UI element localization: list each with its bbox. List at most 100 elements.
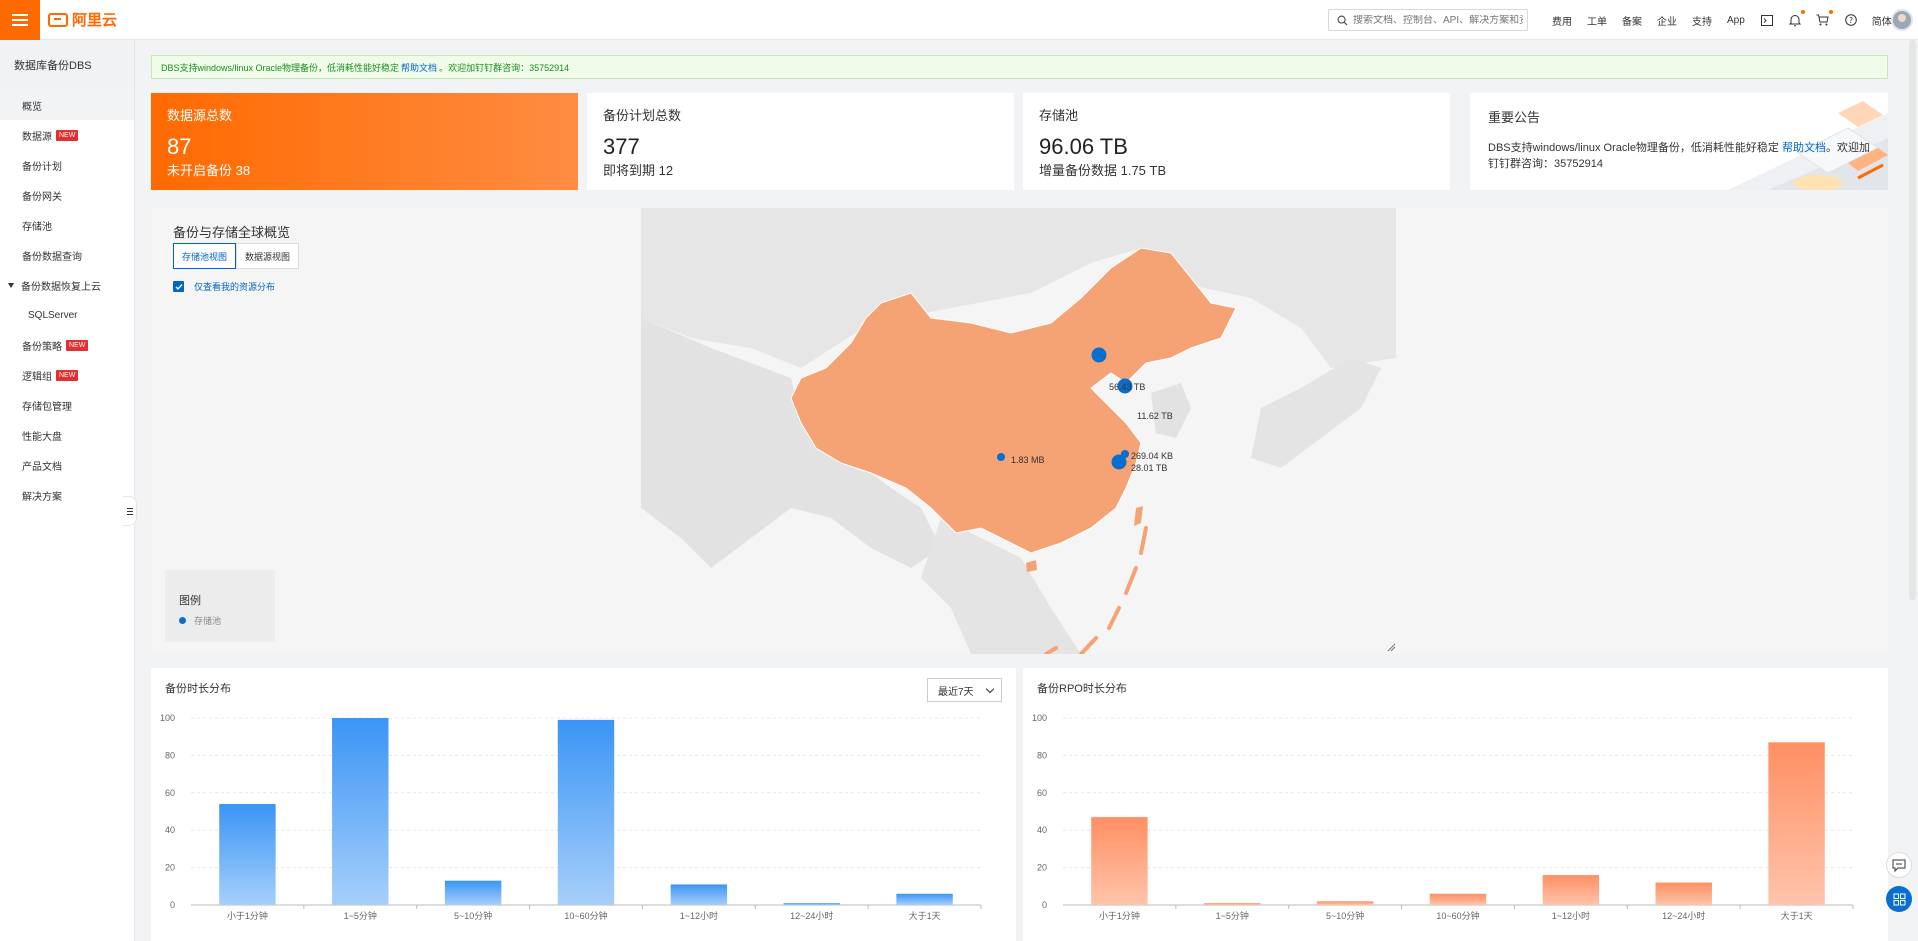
marker-shanghai [1111,454,1127,470]
x-tick-label: 1~12小时 [680,910,718,921]
y-tick-label: 60 [1037,788,1047,798]
tab-storage-pool-view[interactable]: 存储池视图 [173,243,237,269]
sidebar-item-storage-package[interactable]: 存储包管理 [0,390,134,420]
announcement-body: DBS支持windows/linux Oracle物理备份，低消耗性能好稳定 [1488,142,1779,154]
search-box[interactable] [1328,9,1528,31]
sidebar-item-backup-plan[interactable]: 备份计划 [0,150,134,180]
user-avatar[interactable] [1891,9,1913,31]
bar[interactable] [1542,875,1600,905]
sidebar-group-restore-to-cloud[interactable]: 备份数据恢复上云 [0,270,134,300]
bar[interactable] [1204,903,1261,905]
sidebar-item-sqlserver[interactable]: SQLServer [0,300,134,330]
y-tick-label: 100 [160,713,175,723]
sidebar-item-label: 存储池 [22,221,52,233]
legend-item-storage-pool[interactable]: 存储池 [179,614,261,627]
feedback-button[interactable] [1886,852,1912,878]
svg-text:?: ? [1849,16,1853,25]
cart-dot [1828,10,1833,14]
tab-datasource-view[interactable]: 数据源视图 [236,243,300,269]
notice-text: DBS支持windows/linux Oracle物理备份，低消耗性能好稳定 [161,62,400,73]
apps-button[interactable] [1886,886,1912,912]
notice-help-link[interactable]: 帮助文档 [401,61,437,74]
bar[interactable] [1429,893,1487,905]
search-input[interactable] [1353,14,1523,26]
bar[interactable] [1655,882,1712,905]
bell-icon[interactable] [1788,10,1805,27]
nav-icp[interactable]: 备案 [1622,13,1642,28]
only-my-resources-checkbox[interactable]: 仅查看我的资源分布 [173,280,275,293]
marker-chengdu [997,453,1005,461]
sidebar-item-label: 概览 [22,101,42,113]
map-point-label: 56.43 TB [1109,382,1145,392]
bar[interactable] [896,893,953,905]
storage-pool-card[interactable]: 存储池 96.06 TB 增量备份数据 1.75 TB [1023,93,1450,190]
backup-plan-total-card[interactable]: 备份计划总数 377 即将到期 12 [587,93,1014,190]
card-sub: 即将到期 12 [603,163,674,178]
y-tick-label: 0 [170,900,175,910]
bar[interactable] [219,804,276,905]
backup-rpo-chart-panel: 备份RPO时长分布 0 20 40 60 80 100 小于1分钟 1~5分钟 5~10分钟 10… [1023,668,1888,941]
x-tick-label: 小于1分钟 [1099,910,1140,921]
sidebar-item-storage-pool[interactable]: 存储池 [0,210,134,240]
language-switch[interactable]: 简体 [1872,13,1892,28]
nav-support[interactable]: 支持 [1692,13,1712,28]
backup-duration-chart-panel: 备份时长分布 最近7天 0 20 40 60 80 100 小于1分钟 1~5分钟 5~10分钟… [151,668,1016,941]
bar[interactable] [332,718,389,905]
backup-duration-bar-chart: 0 20 40 60 80 100 小于1分钟 1~5分钟 5~10分钟 10~60分钟 1~12小… [160,713,982,921]
sidebar-item-label: SQLServer [28,309,78,321]
bar[interactable] [670,884,728,905]
bar[interactable] [557,719,615,905]
chat-icon [1892,859,1906,872]
datasource-total-card[interactable]: 数据源总数 87 未开启备份 38 [151,93,578,190]
sidebar-item-datasource[interactable]: 数据源 NEW [0,120,134,150]
sidebar-item-overview[interactable]: 概览 [0,90,134,120]
nav-enterprise[interactable]: 企业 [1657,13,1677,28]
help-icon[interactable]: ? [1844,13,1858,27]
cart-icon[interactable] [1816,10,1833,27]
sidebar-item-solutions[interactable]: 解决方案 [0,480,134,510]
map-legend: 图例 存储池 [165,570,275,642]
nav-billing[interactable]: 费用 [1552,13,1572,28]
bar[interactable] [783,903,840,905]
sidebar-item-backup-policy[interactable]: 备份策略 NEW [0,330,134,360]
sidebar-item-performance[interactable]: 性能大盘 [0,420,134,450]
y-tick-label: 60 [165,788,175,798]
x-tick-label: 1~12小时 [1552,910,1590,921]
y-tick-label: 40 [165,825,175,835]
hamburger-menu-button[interactable] [0,0,40,40]
y-tick-label: 80 [1037,750,1047,760]
bar[interactable] [1091,817,1148,905]
nav-app[interactable]: App [1727,15,1745,26]
sidebar-item-backup-gateway[interactable]: 备份网关 [0,180,134,210]
x-tick-label: 10~60分钟 [1436,910,1479,921]
announcement-text: DBS支持windows/linux Oracle物理备份，低消耗性能好稳定 帮… [1488,140,1873,172]
card-sub: 增量备份数据 1.75 TB [1039,163,1167,178]
sidebar-item-backup-query[interactable]: 备份数据查询 [0,240,134,270]
aliyun-logo[interactable]: 阿里云 [48,9,117,30]
world-map[interactable]: 56.43 TB 11.62 TB 1.83 MB 269.04 KB 28.0… [151,208,1888,654]
marker-beijing [1091,347,1107,363]
bar[interactable] [444,880,502,905]
grid-icon [1893,893,1905,905]
announcement-help-link[interactable]: 帮助文档 [1782,142,1826,154]
y-tick-label: 0 [1042,900,1047,910]
terminal-icon[interactable] [1760,13,1774,27]
page-scrollbar[interactable] [1909,40,1916,600]
notification-dot [1800,10,1805,14]
card-value: 87 [167,134,192,159]
backup-rpo-bar-chart: 0 20 40 60 80 100 小于1分钟 1~5分钟 5~10分钟 10~60分钟 1~12小… [1032,713,1854,921]
top-nav: 费用 工单 备案 企业 支持 App ? 简体 [1552,0,1907,40]
caret-down-icon [8,282,14,288]
sidebar-item-docs[interactable]: 产品文档 [0,450,134,480]
bar[interactable] [1768,742,1825,905]
bar[interactable] [1316,901,1374,905]
x-tick-label: 大于1天 [1781,910,1813,921]
sidebar-collapse-button[interactable] [123,496,137,526]
y-tick-label: 20 [1037,863,1047,873]
nav-tickets[interactable]: 工单 [1587,13,1607,28]
sidebar-item-logic-group[interactable]: 逻辑组 NEW [0,360,134,390]
x-tick-label: 12~24小时 [1662,910,1705,921]
y-tick-label: 100 [1032,713,1047,723]
sidebar-item-label: 备份数据恢复上云 [21,281,101,293]
resize-grip-icon[interactable] [1386,642,1396,652]
